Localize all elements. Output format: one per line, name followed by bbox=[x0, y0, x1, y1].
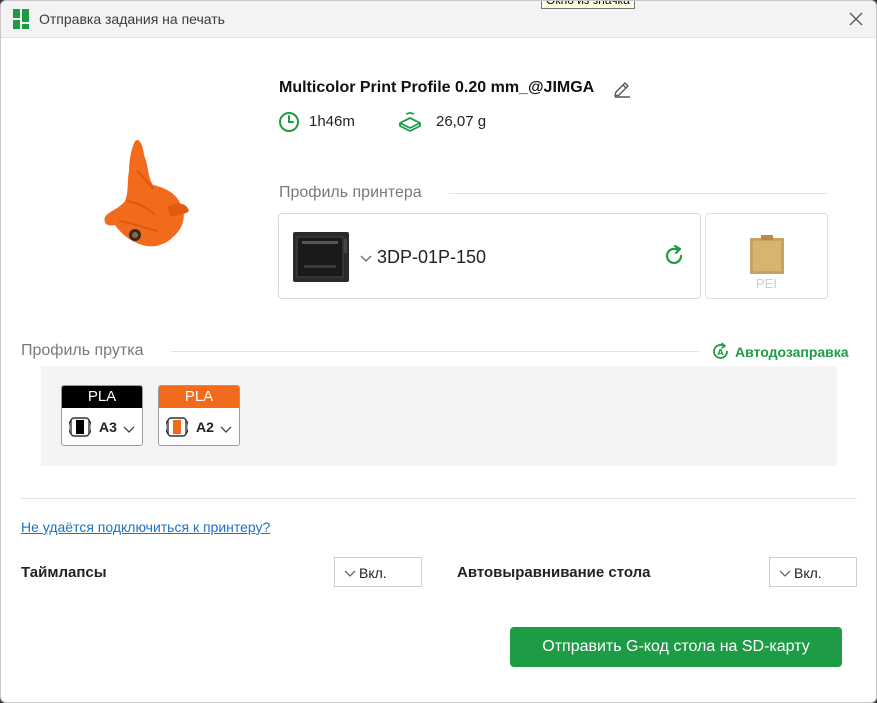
filament-type: PLA bbox=[62, 386, 142, 408]
plate-type-label: PEI bbox=[756, 276, 777, 291]
chevron-down-icon bbox=[360, 255, 372, 262]
timelapse-dropdown[interactable]: Вкл. bbox=[334, 557, 422, 587]
filament-slot-a2[interactable]: PLA A2 bbox=[158, 385, 240, 446]
printer-image bbox=[293, 232, 349, 282]
section-divider bbox=[449, 193, 828, 194]
build-plate-selector[interactable]: PEI bbox=[705, 213, 828, 299]
title-bar: Отправка задания на печать bbox=[1, 1, 876, 38]
print-dialog-window: Отправка задания на печать Окно из значк… bbox=[0, 0, 877, 703]
spool-icon bbox=[69, 417, 91, 437]
filament-slot-a3[interactable]: PLA A3 bbox=[61, 385, 143, 446]
bambu-logo-icon bbox=[13, 9, 29, 29]
auto-refill-label: Автодозаправка bbox=[735, 344, 849, 360]
close-icon[interactable] bbox=[843, 7, 869, 31]
bed-leveling-label: Автовыравнивание стола bbox=[457, 564, 651, 581]
cannot-connect-link[interactable]: Не удаётся подключиться к принтеру? bbox=[21, 519, 270, 535]
ams-slot: A2 bbox=[196, 419, 214, 435]
refresh-icon[interactable] bbox=[662, 244, 686, 268]
timelapse-label: Таймлапсы bbox=[21, 564, 107, 581]
filament-type: PLA bbox=[159, 386, 239, 408]
filament-weight: 26,07 g bbox=[436, 113, 487, 130]
timelapse-value: Вкл. bbox=[359, 565, 387, 581]
chevron-down-icon bbox=[220, 426, 232, 433]
window-title: Отправка задания на печать bbox=[39, 11, 225, 27]
chevron-down-icon bbox=[779, 570, 791, 577]
chevron-down-icon bbox=[123, 426, 135, 433]
printer-name: 3DP-01P-150 bbox=[377, 247, 487, 267]
auto-refill-icon: A bbox=[713, 342, 728, 359]
print-time: 1h46m bbox=[309, 113, 355, 130]
bed-leveling-value: Вкл. bbox=[794, 565, 822, 581]
bed-leveling-dropdown[interactable]: Вкл. bbox=[769, 557, 857, 587]
filament-mapping-panel: PLA A3 PLA A2 bbox=[41, 366, 837, 466]
filament-profile-label: Профиль прутка bbox=[21, 342, 144, 359]
section-divider bbox=[171, 351, 699, 352]
edit-pencil-icon[interactable] bbox=[612, 79, 632, 99]
filament-weight-icon bbox=[399, 112, 421, 132]
print-profile-name: Multicolor Print Profile 0.20 mm_@JIMGA bbox=[279, 79, 595, 96]
svg-text:A: A bbox=[717, 348, 724, 357]
send-to-sd-card-button[interactable]: Отправить G-код стола на SD-карту bbox=[510, 627, 842, 667]
printer-profile-label: Профиль принтера bbox=[279, 184, 422, 201]
section-divider bbox=[21, 498, 857, 499]
ams-slot: A3 bbox=[99, 419, 117, 435]
tooltip: Окно из значка bbox=[541, 1, 635, 9]
printer-selector[interactable]: 3DP-01P-150 bbox=[278, 213, 701, 299]
chevron-down-icon bbox=[344, 570, 356, 577]
spool-icon bbox=[166, 417, 188, 437]
clock-icon bbox=[279, 112, 299, 132]
pei-plate-image bbox=[750, 235, 784, 274]
model-preview-image bbox=[104, 139, 189, 247]
